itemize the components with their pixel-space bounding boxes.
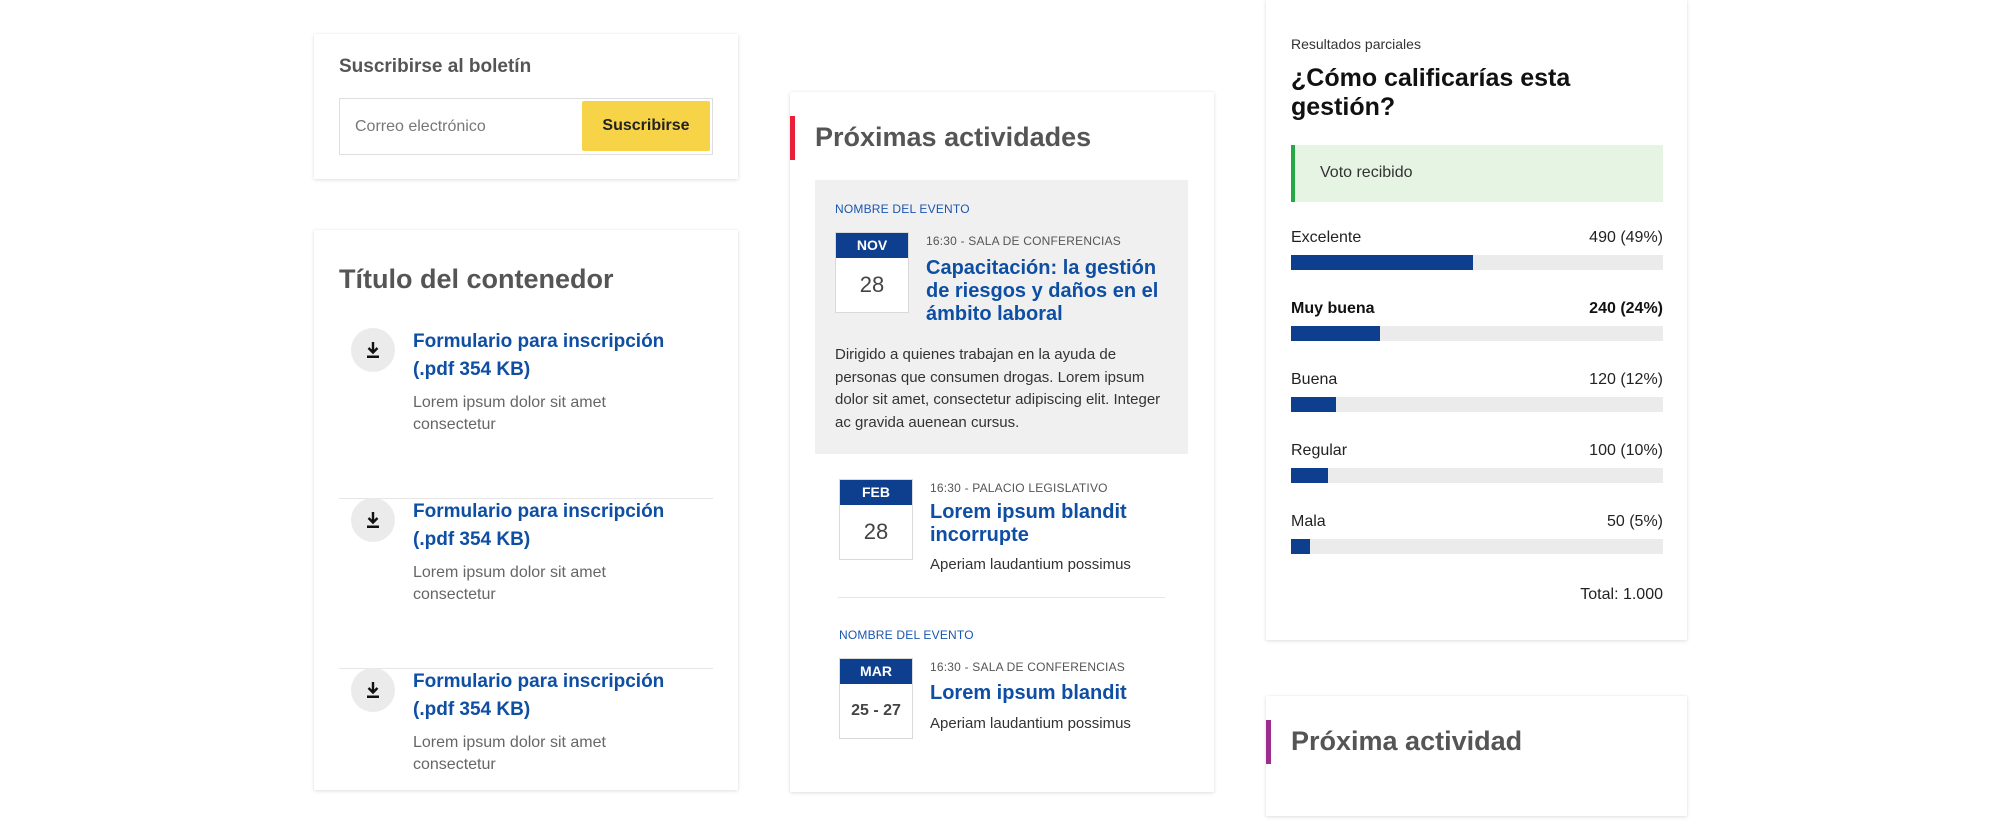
download-link[interactable]: Formulario para inscripción (.pdf 354 KB… [413, 668, 703, 724]
option-label: Buena [1291, 371, 1338, 388]
vote-received-alert: Voto recibido [1291, 145, 1663, 202]
event-subtitle: Aperiam laudantium possimus [930, 556, 1131, 573]
option-count: 240 (24%) [1589, 300, 1663, 317]
event-description: Dirigido a quienes trabajan en la ayuda … [835, 346, 1161, 431]
download-item: Formulario para inscripción (.pdf 354 KB… [339, 668, 713, 838]
next-activity-card: Próxima actividad [1266, 696, 1687, 816]
event-date: FEB 28 [839, 479, 913, 560]
option-bar-track [1291, 468, 1663, 483]
option-label: Regular [1291, 442, 1348, 459]
option-bar-fill [1291, 326, 1381, 341]
option-label: Excelente [1291, 229, 1362, 246]
alert-text: Voto recibido [1320, 164, 1413, 181]
event-title-link[interactable]: Lorem ipsum blandit incorrupte [930, 501, 1150, 547]
event-month: MAR [840, 659, 912, 684]
option-count: 100 (10%) [1589, 442, 1663, 459]
event-month: FEB [840, 480, 912, 505]
event-month: NOV [836, 233, 908, 258]
poll-option: Buena 120 (12%) [1291, 371, 1663, 421]
option-bar-track [1291, 539, 1663, 554]
event-date: NOV 28 [835, 232, 909, 313]
option-count: 50 (5%) [1606, 513, 1663, 530]
accent-bar [790, 116, 795, 160]
newsletter-title: Suscribirse al boletín [339, 56, 532, 77]
activities-card: Próximas actividades NOMBRE DEL EVENTO N… [790, 92, 1214, 792]
option-label: Muy buena [1291, 300, 1375, 317]
download-item: Formulario para inscripción (.pdf 354 KB… [339, 498, 713, 669]
option-bar-fill [1291, 255, 1474, 270]
newsletter-form: Suscribirse [339, 98, 713, 155]
download-description: Lorem ipsum dolor sit amet consectetur [413, 734, 606, 773]
event-meta: 16:30 - SALA DE CONFERENCIAS [926, 234, 1121, 248]
event-day: 28 [859, 272, 885, 297]
activities-title: Próximas actividades [815, 122, 1092, 152]
download-item: Formulario para inscripción (.pdf 354 KB… [339, 328, 713, 499]
option-bar-track [1291, 255, 1663, 270]
event-kicker: NOMBRE DEL EVENTO [839, 628, 974, 642]
downloads-card: Título del contenedor Formulario para in… [314, 230, 738, 790]
poll-question: ¿Cómo calificarías esta gestión? [1291, 64, 1571, 121]
option-count: 120 (12%) [1589, 371, 1663, 388]
featured-event: NOMBRE DEL EVENTO NOV 28 16:30 - SALA DE… [815, 180, 1188, 454]
poll-card: Resultados parciales ¿Cómo calificarías … [1266, 0, 1687, 640]
divider [838, 597, 1165, 598]
event-day: 28 [863, 519, 889, 544]
subscribe-button[interactable]: Suscribirse [582, 101, 710, 151]
poll-option: Mala 50 (5%) [1291, 513, 1663, 563]
event-meta: 16:30 - PALACIO LEGISLATIVO [930, 481, 1108, 495]
option-bar-fill [1291, 397, 1336, 412]
poll-total: Total: 1.000 [1580, 586, 1663, 603]
event-title-link[interactable]: Capacitación: la gestión de riesgos y da… [926, 257, 1166, 326]
next-activity-title: Próxima actividad [1291, 726, 1523, 756]
option-label: Mala [1291, 513, 1326, 530]
download-icon[interactable] [351, 668, 395, 712]
poll-option: Regular 100 (10%) [1291, 442, 1663, 492]
event-subtitle: Aperiam laudantium possimus [930, 715, 1131, 732]
newsletter-card: Suscribirse al boletín Suscribirse [314, 34, 738, 179]
email-input[interactable] [340, 99, 580, 154]
download-description: Lorem ipsum dolor sit amet consectetur [413, 394, 606, 433]
event-kicker: NOMBRE DEL EVENTO [835, 202, 970, 216]
option-bar-track [1291, 397, 1663, 412]
download-icon[interactable] [351, 498, 395, 542]
poll-option: Muy buena 240 (24%) [1291, 300, 1663, 350]
event-meta: 16:30 - SALA DE CONFERENCIAS [930, 660, 1125, 674]
download-icon[interactable] [351, 328, 395, 372]
container-title: Título del contenedor [339, 264, 614, 294]
poll-option: Excelente 490 (49%) [1291, 229, 1663, 279]
event-day: 25 - 27 [851, 702, 901, 719]
accent-bar [1266, 720, 1271, 764]
download-link[interactable]: Formulario para inscripción (.pdf 354 KB… [413, 498, 703, 554]
option-bar-fill [1291, 468, 1329, 483]
option-bar-track [1291, 326, 1663, 341]
poll-kicker: Resultados parciales [1291, 36, 1421, 52]
download-link[interactable]: Formulario para inscripción (.pdf 354 KB… [413, 328, 703, 384]
event-title-link[interactable]: Lorem ipsum blandit [930, 682, 1170, 705]
event-date: MAR 25 - 27 [839, 658, 913, 739]
option-bar-fill [1291, 539, 1310, 554]
option-count: 490 (49%) [1589, 229, 1663, 246]
download-description: Lorem ipsum dolor sit amet consectetur [413, 564, 606, 603]
